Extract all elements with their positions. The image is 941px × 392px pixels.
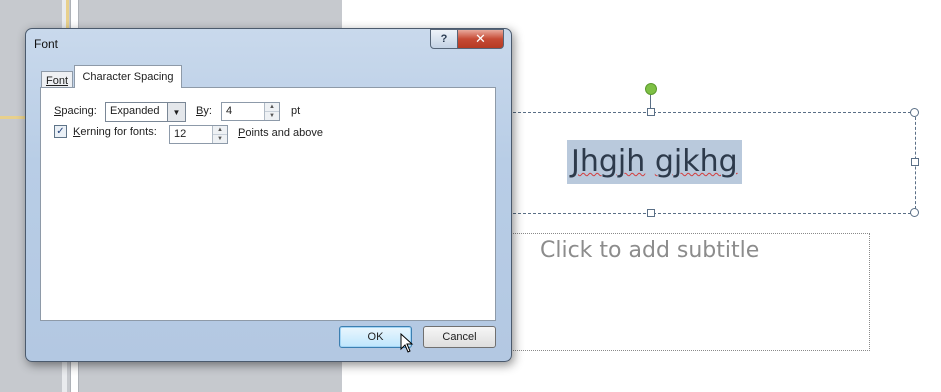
resize-handle-bottom-right[interactable] xyxy=(910,208,919,217)
spin-up-icon[interactable]: ▲ xyxy=(213,126,227,135)
spin-down-icon[interactable]: ▼ xyxy=(213,135,227,143)
chevron-down-icon[interactable]: ▼ xyxy=(167,103,185,121)
kerning-value: 12 xyxy=(174,128,187,140)
kerning-label: Kerning for fonts: xyxy=(73,126,157,138)
subtitle-placeholder-text[interactable]: Click to add subtitle xyxy=(540,238,759,263)
close-button[interactable]: ✕ xyxy=(457,29,504,49)
spin-up-icon[interactable]: ▲ xyxy=(265,103,279,112)
spacing-label: Spacing: xyxy=(54,105,97,117)
tab-character-spacing[interactable]: Character Spacing xyxy=(74,65,182,88)
font-dialog: Font ? ✕ Font Character Spacing Spacing:… xyxy=(25,28,512,362)
spacing-label-rest: pacing: xyxy=(61,105,97,117)
title-word-2: gjkhg xyxy=(654,144,738,179)
by-unit: pt xyxy=(291,105,301,117)
spacing-dropdown[interactable]: Expanded ▼ xyxy=(105,102,186,122)
resize-handle-bottom[interactable] xyxy=(647,209,655,217)
kerning-suffix-rest: oints and above xyxy=(245,127,324,139)
kerning-suffix: Points and above xyxy=(238,127,323,139)
by-value: 4 xyxy=(226,105,233,117)
resize-handle-top[interactable] xyxy=(647,108,655,116)
dialog-title: Font xyxy=(34,37,59,51)
rotate-handle[interactable] xyxy=(645,83,657,95)
by-spinner-buttons: ▲ ▼ xyxy=(264,103,279,120)
slide-title-text[interactable]: Jhgjh gjkhg xyxy=(567,140,742,184)
by-label: By: xyxy=(196,105,212,117)
by-spinner[interactable]: 4 ▲ ▼ xyxy=(221,102,280,121)
help-button[interactable]: ? xyxy=(430,29,458,49)
mouse-pointer-icon xyxy=(400,333,414,353)
character-spacing-panel xyxy=(40,87,496,321)
kerning-checkbox[interactable]: ✓ xyxy=(54,125,67,138)
spacing-value: Expanded xyxy=(110,105,160,117)
cancel-button[interactable]: Cancel xyxy=(423,326,496,348)
spin-down-icon[interactable]: ▼ xyxy=(265,112,279,120)
kerning-label-rest: erning for fonts: xyxy=(80,126,157,138)
kerning-spinner-buttons: ▲ ▼ xyxy=(212,126,227,143)
resize-handle-top-right[interactable] xyxy=(910,108,919,117)
kerning-spinner[interactable]: 12 ▲ ▼ xyxy=(169,125,228,144)
tab-font-label: Font xyxy=(45,75,68,87)
title-word-1: Jhgjh xyxy=(571,144,646,179)
resize-handle-right[interactable] xyxy=(911,158,919,166)
by-label-rest: y: xyxy=(203,105,212,117)
